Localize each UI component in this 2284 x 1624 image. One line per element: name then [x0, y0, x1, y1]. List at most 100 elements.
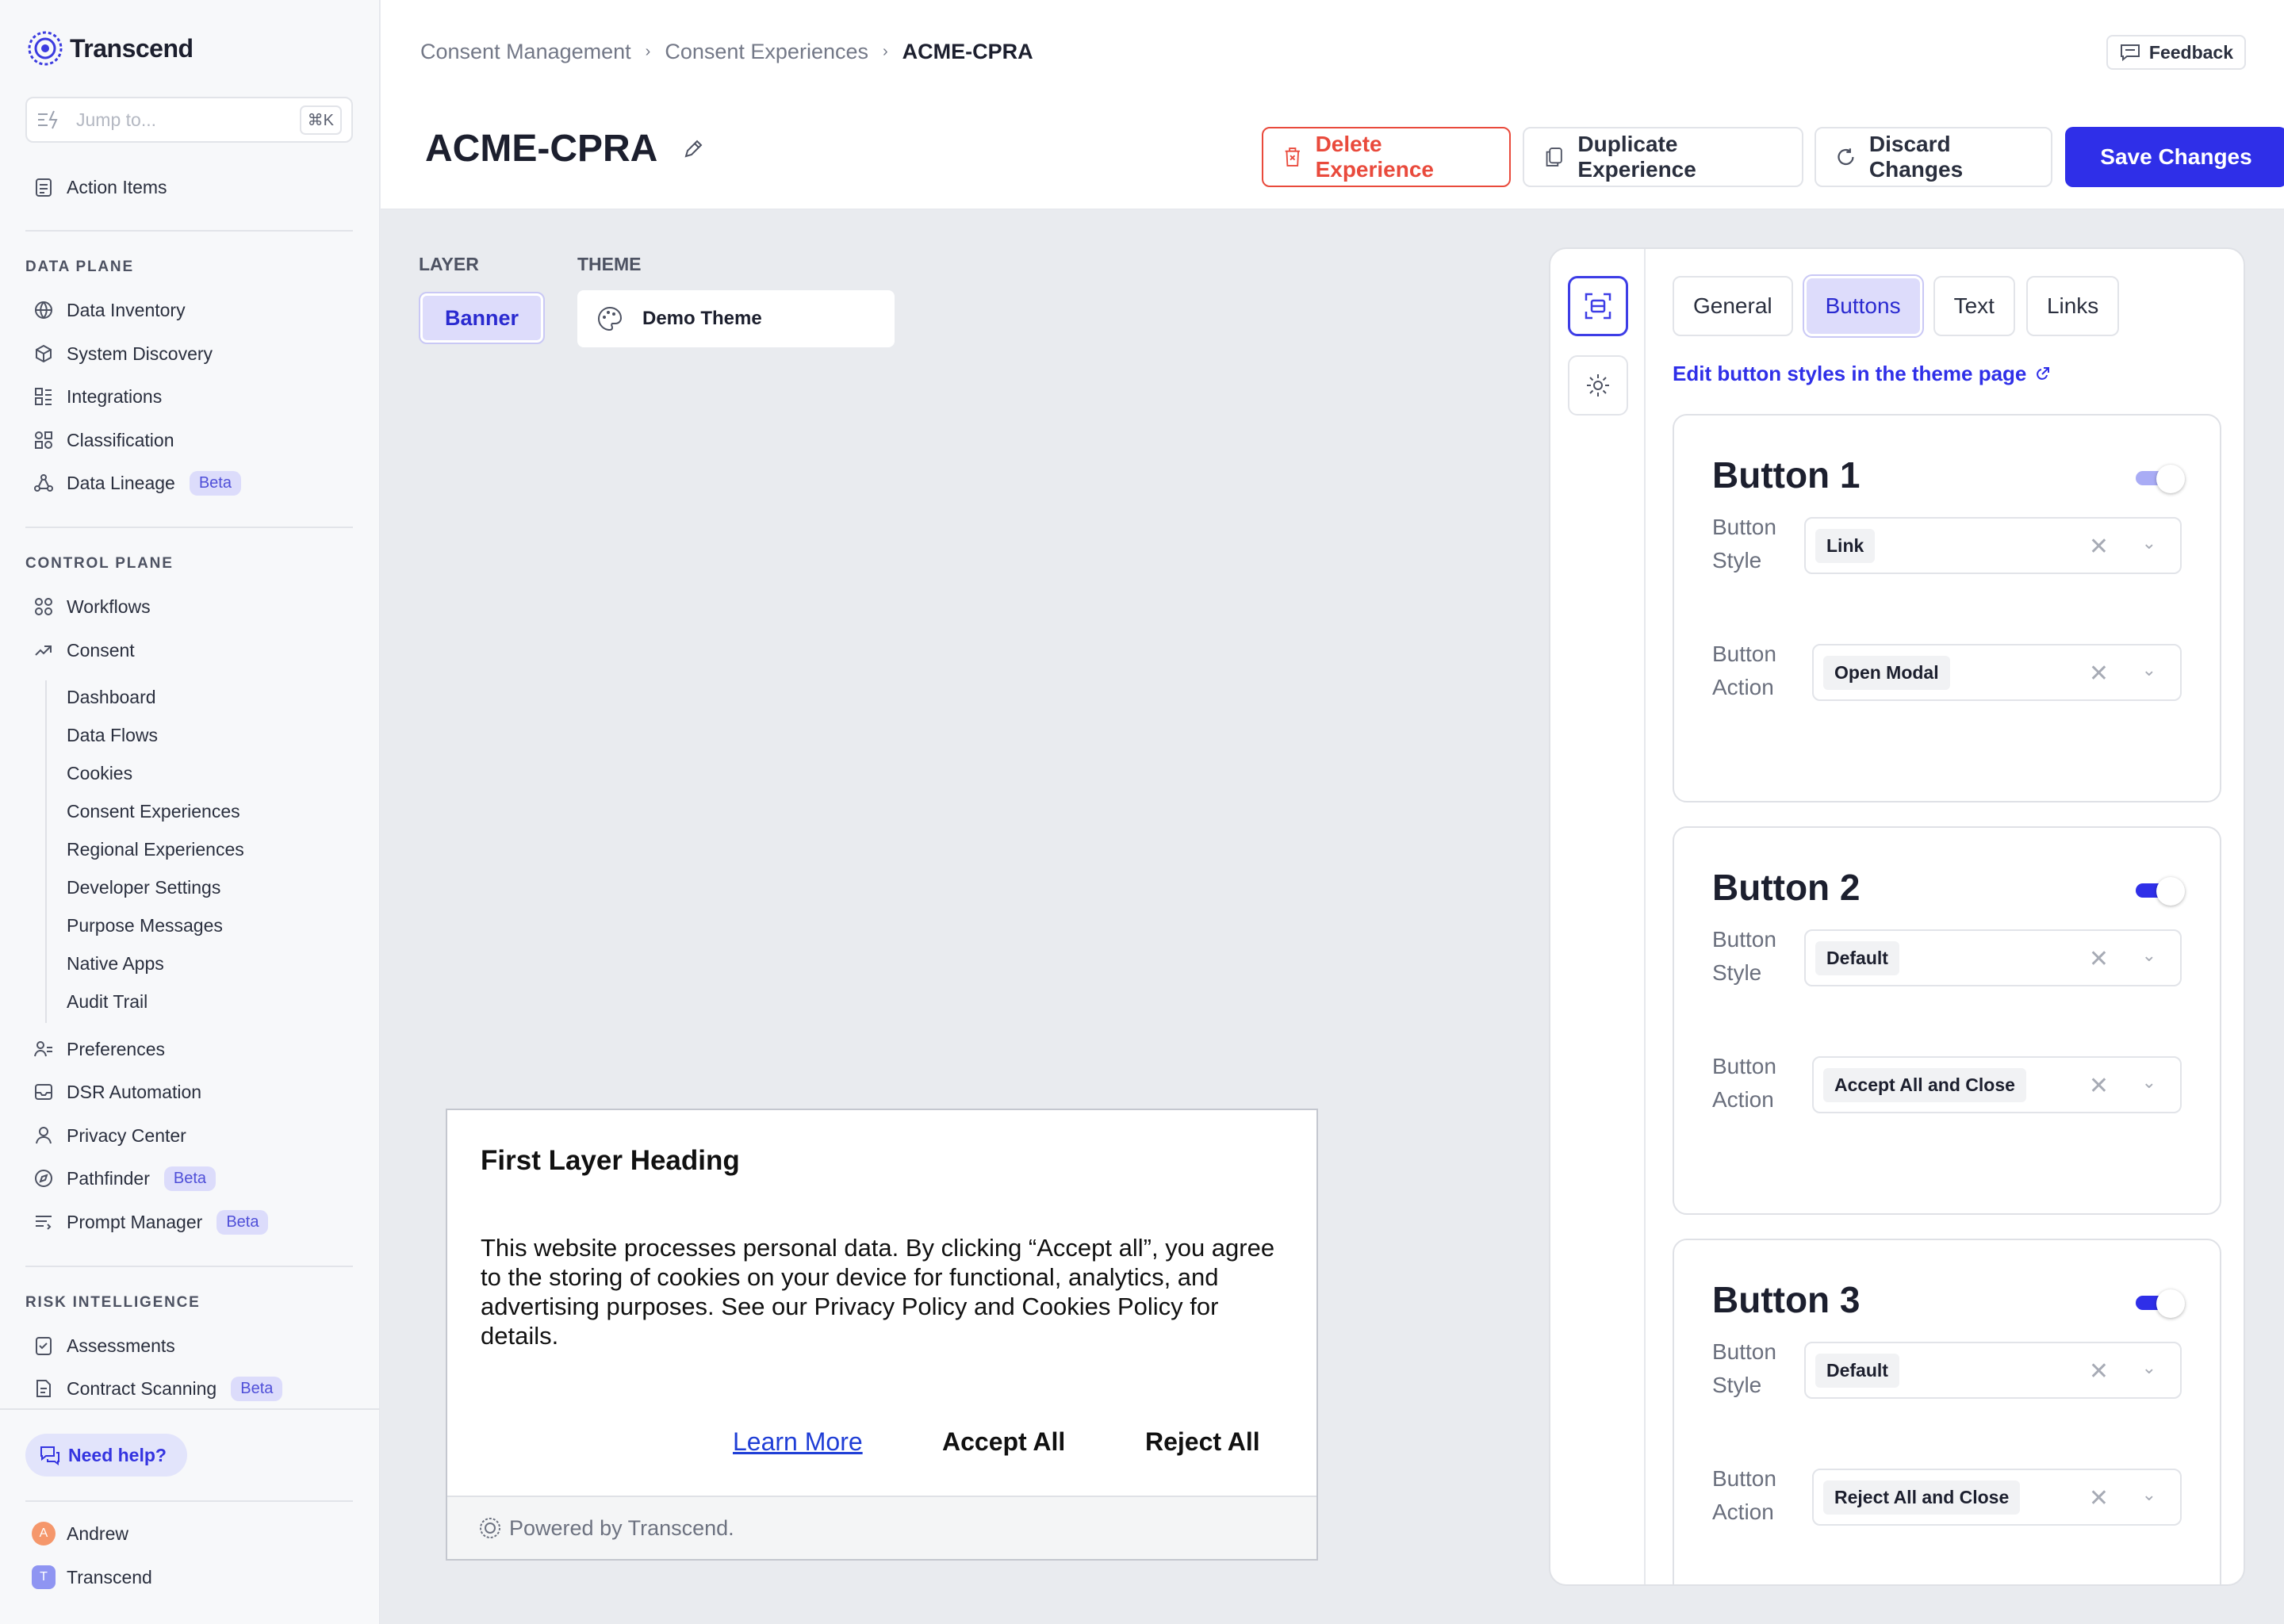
sidebar-item-workflows[interactable]: Workflows — [32, 592, 151, 621]
button-card-title: Button 2 — [1712, 867, 1861, 908]
sidebar-item-action-items[interactable]: Action Items — [32, 173, 167, 201]
sidebar-item-label: Workflows — [67, 596, 151, 617]
breadcrumb-consent-experiences[interactable]: Consent Experiences — [665, 40, 868, 64]
consent-icon — [32, 638, 56, 662]
clear-icon[interactable]: ✕ — [2089, 533, 2109, 561]
sidebar-item-label: Preferences — [67, 1038, 166, 1059]
layer-banner-chip[interactable]: Banner — [419, 292, 545, 344]
divider — [25, 1266, 353, 1267]
sidebar-item-prompt-manager[interactable]: Prompt Manager Beta — [32, 1208, 269, 1236]
save-changes-button[interactable]: Save Changes — [2065, 127, 2284, 187]
button-style-select[interactable]: Link ✕ ⌄ — [1804, 517, 2182, 574]
sidebar-item-contract-scanning[interactable]: Contract Scanning Beta — [32, 1374, 283, 1403]
sidebar-item-label: Assessments — [67, 1335, 175, 1356]
organization-transcend[interactable]: T Transcend — [32, 1563, 152, 1591]
tab-buttons[interactable]: Buttons — [1802, 274, 1924, 338]
sidebar-item-data-inventory[interactable]: Data Inventory — [32, 296, 186, 324]
inbox-icon — [32, 1080, 56, 1104]
sidebar-item-system-discovery[interactable]: System Discovery — [32, 339, 213, 368]
external-link-icon — [2037, 366, 2050, 380]
sidebar-item-classification[interactable]: Classification — [32, 426, 174, 454]
discard-changes-button[interactable]: Discard Changes — [1815, 127, 2052, 187]
sidebar-subitem-cookies[interactable]: Cookies — [67, 763, 132, 784]
sidebar-item-preferences[interactable]: Preferences — [32, 1035, 165, 1063]
clear-icon[interactable]: ✕ — [2089, 1358, 2109, 1385]
contract-icon — [32, 1377, 56, 1400]
page-header: Consent Management › Consent Experiences… — [381, 0, 2284, 209]
sidebar-item-label: Pathfinder — [67, 1167, 150, 1189]
chevron-down-icon[interactable]: ⌄ — [2142, 660, 2156, 680]
sidebar-item-dsr-automation[interactable]: DSR Automation — [32, 1078, 201, 1106]
button-action-select[interactable]: Reject All and Close ✕ ⌄ — [1812, 1469, 2182, 1526]
sidebar-item-privacy-center[interactable]: Privacy Center — [32, 1121, 186, 1150]
divider — [0, 1408, 380, 1410]
chevron-down-icon[interactable]: ⌄ — [2142, 533, 2156, 553]
learn-more-link[interactable]: Learn More — [733, 1427, 863, 1457]
edit-button-styles-link[interactable]: Edit button styles in the theme page — [1673, 362, 2050, 386]
button-enabled-toggle[interactable] — [2136, 877, 2185, 906]
button-enabled-toggle[interactable] — [2136, 465, 2185, 493]
button-action-select[interactable]: Accept All and Close ✕ ⌄ — [1812, 1056, 2182, 1113]
divider — [25, 230, 353, 232]
chevron-right-icon: › — [883, 43, 888, 60]
banner-body: This website processes personal data. By… — [481, 1234, 1275, 1350]
sidebar-subitem-data-flows[interactable]: Data Flows — [67, 725, 158, 746]
delete-experience-button[interactable]: Delete Experience — [1262, 127, 1511, 187]
clear-icon[interactable]: ✕ — [2089, 1484, 2109, 1512]
button-style-select[interactable]: Default ✕ ⌄ — [1804, 1342, 2182, 1399]
jump-to-search[interactable]: Jump to... ⌘K — [25, 97, 353, 143]
clear-icon[interactable]: ✕ — [2089, 1072, 2109, 1100]
tab-general[interactable]: General — [1673, 276, 1793, 336]
section-title-risk-intelligence: RISK INTELLIGENCE — [25, 1294, 201, 1311]
sidebar-subitem-consent-experiences[interactable]: Consent Experiences — [67, 801, 240, 822]
sidebar-subitem-native-apps[interactable]: Native Apps — [67, 953, 164, 975]
clear-icon[interactable]: ✕ — [2089, 945, 2109, 973]
org-name: Transcend — [67, 1566, 152, 1588]
sidebar-subitem-developer-settings[interactable]: Developer Settings — [67, 877, 220, 898]
clipboard-icon — [32, 175, 56, 199]
sidebar-item-data-lineage[interactable]: Data Lineage Beta — [32, 469, 241, 497]
chevron-down-icon[interactable]: ⌄ — [2142, 945, 2156, 966]
layer-label: LAYER — [419, 254, 479, 274]
divider — [25, 1500, 353, 1502]
panel-tabs: General Buttons Text Links — [1673, 274, 2120, 338]
need-help-button[interactable]: Need help? — [25, 1434, 187, 1477]
pencil-icon[interactable] — [681, 137, 705, 161]
duplicate-experience-button[interactable]: Duplicate Experience — [1523, 127, 1803, 187]
tab-links[interactable]: Links — [2025, 276, 2120, 336]
accept-all-button[interactable]: Accept All — [942, 1427, 1065, 1457]
chevron-down-icon[interactable]: ⌄ — [2142, 1484, 2156, 1505]
clear-icon[interactable]: ✕ — [2089, 660, 2109, 688]
settings-button[interactable] — [1568, 355, 1628, 416]
preferences-icon — [32, 1037, 56, 1061]
reject-all-button[interactable]: Reject All — [1145, 1427, 1260, 1457]
layout-view-button[interactable] — [1568, 276, 1628, 336]
submenu-line — [45, 680, 47, 1023]
theme-select[interactable]: Demo Theme — [577, 290, 895, 347]
button-enabled-toggle[interactable] — [2136, 1289, 2185, 1318]
sidebar-subitem-dashboard[interactable]: Dashboard — [67, 687, 156, 708]
classification-icon — [32, 428, 56, 452]
button-style-select[interactable]: Default ✕ ⌄ — [1804, 929, 2182, 986]
chevron-down-icon[interactable]: ⌄ — [2142, 1358, 2156, 1378]
tab-text[interactable]: Text — [1933, 276, 2015, 336]
button-action-select[interactable]: Open Modal ✕ ⌄ — [1812, 644, 2182, 701]
sidebar-item-pathfinder[interactable]: Pathfinder Beta — [32, 1164, 217, 1193]
sidebar-item-integrations[interactable]: Integrations — [32, 382, 162, 411]
chevron-down-icon[interactable]: ⌄ — [2142, 1072, 2156, 1093]
sidebar-subitem-purpose-messages[interactable]: Purpose Messages — [67, 915, 223, 936]
toggle-knob — [2156, 1289, 2185, 1318]
button-action-label: Button Action — [1712, 642, 1776, 699]
sidebar-subitem-regional-experiences[interactable]: Regional Experiences — [67, 839, 244, 860]
breadcrumb-current: ACME-CPRA — [902, 40, 1033, 63]
beta-badge: Beta — [163, 1166, 217, 1191]
user-andrew[interactable]: A Andrew — [32, 1519, 128, 1548]
logo[interactable]: Transcend — [27, 30, 194, 67]
feedback-button[interactable]: Feedback — [2106, 35, 2246, 70]
sidebar-item-assessments[interactable]: Assessments — [32, 1331, 175, 1360]
sidebar-subitem-audit-trail[interactable]: Audit Trail — [67, 991, 148, 1013]
breadcrumb-consent-management[interactable]: Consent Management — [420, 40, 631, 64]
sidebar-item-label: Privacy Center — [67, 1124, 186, 1146]
sidebar-item-consent[interactable]: Consent — [32, 636, 135, 665]
transcend-logo-icon — [480, 1518, 500, 1538]
